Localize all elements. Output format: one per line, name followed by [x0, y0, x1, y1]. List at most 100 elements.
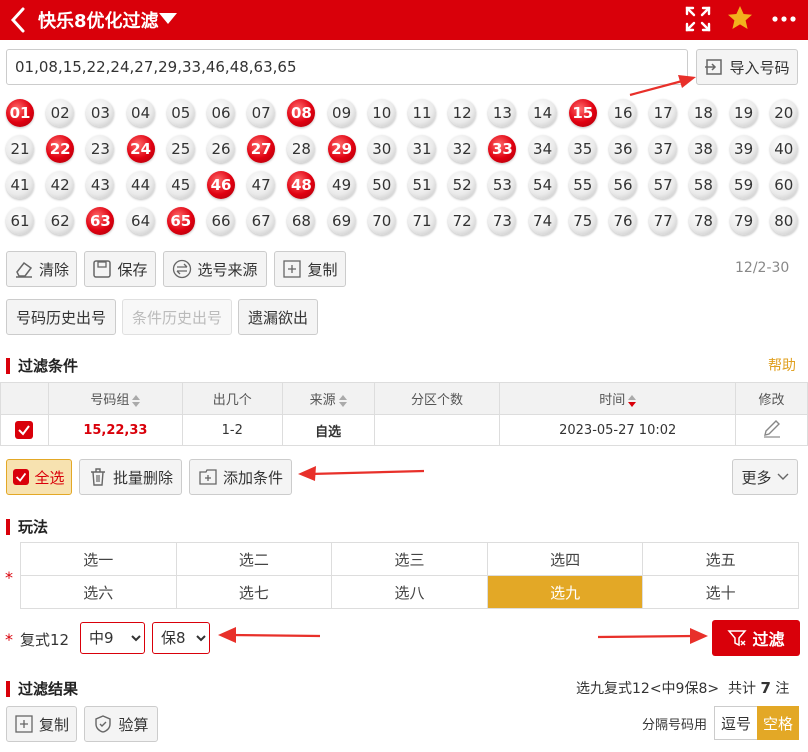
number-ball[interactable]: 70 — [367, 207, 396, 235]
more-button[interactable]: 更多 — [732, 459, 798, 495]
number-ball[interactable]: 10 — [367, 99, 396, 127]
number-ball[interactable]: 78 — [689, 207, 718, 235]
number-ball[interactable]: 13 — [488, 99, 517, 127]
number-ball[interactable]: 30 — [367, 135, 396, 163]
play-option[interactable]: 选三 — [331, 542, 488, 576]
more-menu-icon[interactable] — [770, 7, 798, 31]
help-link[interactable]: 帮助 — [768, 355, 796, 375]
number-ball[interactable]: 65 — [166, 207, 195, 235]
number-ball[interactable]: 22 — [46, 135, 75, 163]
play-option[interactable]: 选九 — [486, 575, 644, 609]
number-history-button[interactable]: 号码历史出号 — [6, 299, 116, 335]
column-header[interactable]: 来源 — [281, 382, 375, 415]
edit-pencil-icon[interactable] — [762, 418, 782, 438]
copy-button[interactable]: 复制 — [274, 251, 346, 287]
number-ball[interactable]: 66 — [207, 207, 235, 235]
guarantee-select[interactable]: 保8 — [152, 622, 210, 654]
import-numbers-button[interactable]: 导入号码 — [696, 49, 798, 85]
number-ball[interactable]: 02 — [46, 99, 75, 127]
number-ball[interactable]: 38 — [689, 135, 718, 163]
play-option[interactable]: 选七 — [175, 575, 333, 609]
number-ball[interactable]: 05 — [166, 99, 195, 127]
number-ball[interactable]: 07 — [247, 99, 276, 127]
number-ball[interactable]: 79 — [729, 207, 758, 235]
number-ball[interactable]: 53 — [488, 171, 517, 199]
number-ball[interactable]: 24 — [126, 135, 155, 163]
result-copy-button[interactable]: 复制 — [6, 706, 77, 742]
number-ball[interactable]: 23 — [86, 135, 115, 163]
play-option[interactable]: 选十 — [642, 575, 799, 609]
number-ball[interactable]: 41 — [6, 171, 34, 199]
row-edit-cell[interactable] — [735, 414, 808, 446]
number-ball[interactable]: 34 — [528, 135, 557, 163]
number-ball[interactable]: 25 — [166, 135, 195, 163]
caret-down-icon[interactable] — [158, 12, 178, 26]
number-ball[interactable]: 08 — [287, 99, 316, 127]
number-ball[interactable]: 56 — [609, 171, 637, 199]
number-ball[interactable]: 21 — [6, 135, 34, 163]
number-ball[interactable]: 61 — [6, 207, 34, 235]
play-option[interactable]: 选四 — [486, 542, 644, 576]
separator-comma-option[interactable]: 逗号 — [714, 706, 758, 740]
number-ball[interactable]: 36 — [609, 135, 637, 163]
batch-delete-button[interactable]: 批量删除 — [79, 459, 182, 495]
number-ball[interactable]: 16 — [609, 99, 637, 127]
number-ball[interactable]: 76 — [609, 207, 637, 235]
number-ball[interactable]: 46 — [207, 171, 235, 199]
number-ball[interactable]: 03 — [86, 99, 115, 127]
number-ball[interactable]: 44 — [126, 171, 155, 199]
number-ball[interactable]: 64 — [126, 207, 155, 235]
number-ball[interactable]: 74 — [528, 207, 557, 235]
number-ball[interactable]: 28 — [287, 135, 316, 163]
number-ball[interactable]: 51 — [408, 171, 436, 199]
number-ball[interactable]: 52 — [448, 171, 477, 199]
number-ball[interactable]: 26 — [207, 135, 235, 163]
number-ball[interactable]: 68 — [287, 207, 316, 235]
number-ball[interactable]: 48 — [287, 171, 316, 199]
column-header[interactable]: 号码组 — [47, 382, 183, 415]
number-ball[interactable]: 09 — [327, 99, 356, 127]
play-option[interactable]: 选一 — [20, 542, 177, 576]
number-ball[interactable]: 31 — [408, 135, 436, 163]
number-ball[interactable]: 15 — [568, 99, 597, 127]
verify-button[interactable]: 验算 — [84, 706, 158, 742]
number-ball[interactable]: 45 — [166, 171, 195, 199]
number-ball[interactable]: 54 — [528, 171, 557, 199]
number-ball[interactable]: 27 — [247, 135, 276, 163]
number-ball[interactable]: 40 — [769, 135, 798, 163]
play-option[interactable]: 选二 — [175, 542, 333, 576]
column-header[interactable]: 时间 — [499, 382, 737, 415]
favorite-star-icon[interactable] — [726, 4, 754, 32]
number-ball[interactable]: 69 — [327, 207, 356, 235]
checkbox-checked-icon[interactable] — [15, 421, 34, 439]
number-ball[interactable]: 67 — [247, 207, 276, 235]
number-ball[interactable]: 62 — [46, 207, 75, 235]
missing-button[interactable]: 遗漏欲出 — [238, 299, 318, 335]
save-button[interactable]: 保存 — [84, 251, 156, 287]
number-ball[interactable]: 49 — [327, 171, 356, 199]
fullscreen-icon[interactable] — [684, 5, 712, 33]
number-ball[interactable]: 33 — [488, 135, 517, 163]
number-ball[interactable]: 29 — [327, 135, 356, 163]
number-ball[interactable]: 39 — [729, 135, 758, 163]
play-option[interactable]: 选五 — [642, 542, 799, 576]
number-ball[interactable]: 63 — [86, 207, 115, 235]
hit-select[interactable]: 中9 — [80, 622, 145, 654]
select-all-button[interactable]: 全选 — [6, 459, 72, 495]
number-ball[interactable]: 11 — [408, 99, 436, 127]
back-arrow-icon[interactable] — [8, 6, 30, 34]
number-ball[interactable]: 17 — [649, 99, 678, 127]
separator-space-option[interactable]: 空格 — [757, 706, 799, 740]
number-ball[interactable]: 50 — [367, 171, 396, 199]
number-ball[interactable]: 47 — [247, 171, 276, 199]
number-ball[interactable]: 14 — [528, 99, 557, 127]
number-ball[interactable]: 20 — [769, 99, 798, 127]
number-ball[interactable]: 43 — [86, 171, 115, 199]
number-ball[interactable]: 01 — [6, 99, 34, 127]
number-ball[interactable]: 80 — [769, 207, 798, 235]
number-ball[interactable]: 77 — [649, 207, 678, 235]
number-ball[interactable]: 57 — [649, 171, 678, 199]
number-ball[interactable]: 58 — [689, 171, 718, 199]
number-ball[interactable]: 06 — [207, 99, 235, 127]
number-ball[interactable]: 73 — [488, 207, 517, 235]
